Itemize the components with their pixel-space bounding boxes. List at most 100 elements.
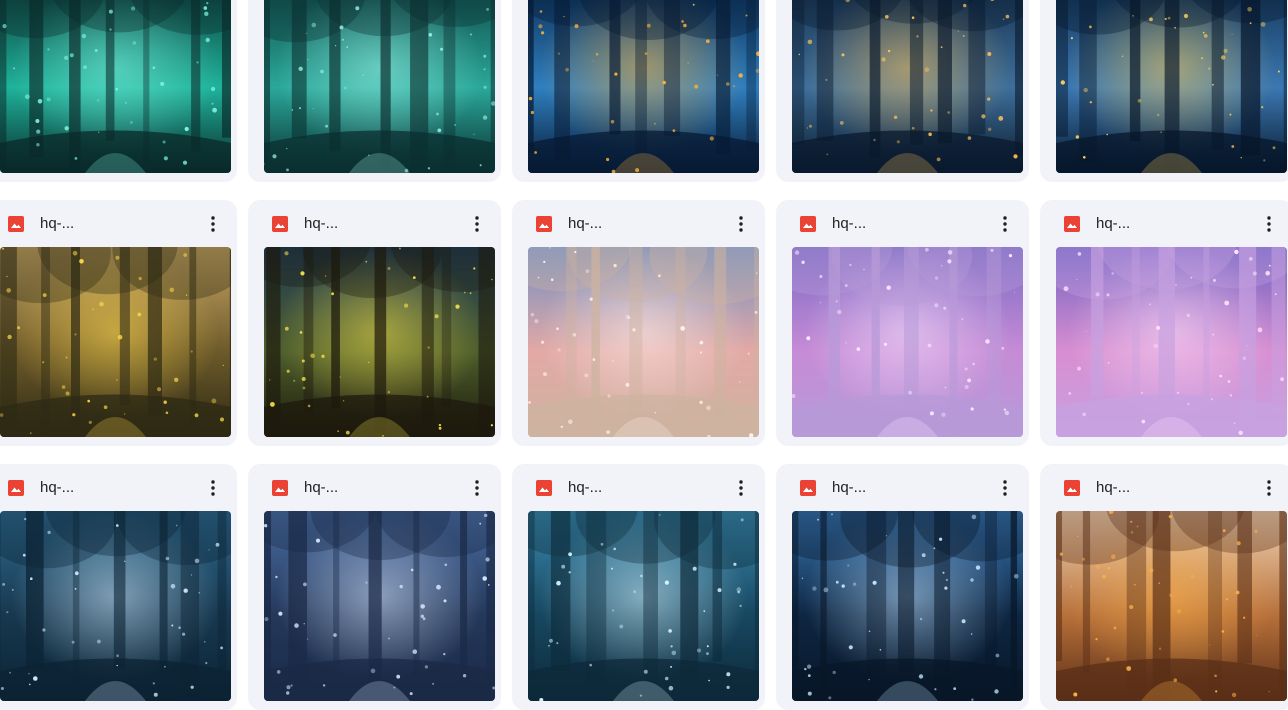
sparkle — [601, 543, 604, 546]
sparkle — [568, 419, 573, 424]
more-options-button[interactable] — [465, 212, 489, 236]
more-options-button[interactable] — [729, 212, 753, 236]
image-thumbnail[interactable] — [0, 247, 231, 437]
sparkle — [700, 341, 704, 345]
sparkle — [117, 665, 118, 666]
sparkle — [436, 585, 441, 590]
image-thumbnail[interactable] — [264, 511, 495, 701]
sparkle — [65, 126, 69, 130]
file-card[interactable] — [776, 0, 1029, 182]
sparkle — [819, 275, 822, 278]
sparkle — [586, 269, 590, 273]
file-card[interactable] — [1040, 0, 1288, 182]
file-card[interactable]: hq-... — [512, 200, 765, 446]
file-card[interactable]: hq-... — [248, 200, 501, 446]
image-thumbnail[interactable] — [528, 0, 759, 173]
sparkle — [1014, 292, 1015, 293]
sparkle — [985, 339, 990, 344]
sparkle — [1156, 326, 1160, 330]
file-card[interactable]: hq-... — [1040, 200, 1288, 446]
file-card[interactable]: hq-... — [1040, 464, 1288, 710]
sparkle — [109, 28, 111, 30]
sparkle — [331, 292, 334, 295]
mossy-tree-arch-fireflies-image — [264, 247, 495, 437]
file-card[interactable]: hq-... — [776, 200, 1029, 446]
sparkle — [1201, 57, 1203, 59]
more-options-button[interactable] — [465, 476, 489, 500]
file-card[interactable] — [0, 0, 237, 182]
sparkle — [808, 692, 812, 696]
image-thumbnail[interactable] — [528, 511, 759, 701]
image-thumbnail[interactable] — [1056, 0, 1287, 173]
sparkle — [316, 539, 320, 543]
more-options-button[interactable] — [1257, 476, 1281, 500]
file-grid: hq-...hq-...hq-...hq-...hq-...hq-...hq-.… — [0, 0, 1288, 699]
sparkle — [1229, 114, 1231, 116]
sparkle — [154, 358, 157, 361]
sparkle — [613, 548, 616, 551]
sparkle — [6, 611, 8, 613]
image-thumbnail[interactable] — [1056, 511, 1287, 701]
sparkle — [1149, 303, 1151, 305]
sparkle — [987, 52, 991, 56]
tree-trunk — [1212, 0, 1224, 150]
sparkle — [699, 401, 702, 404]
sparkle — [87, 400, 90, 403]
image-file-icon — [1064, 216, 1080, 232]
sparkle — [435, 314, 439, 318]
sparkle — [24, 518, 26, 520]
sparkle — [613, 264, 616, 267]
file-card[interactable] — [248, 0, 501, 182]
sparkle — [669, 686, 674, 691]
more-options-button[interactable] — [993, 212, 1017, 236]
sparkle — [606, 430, 610, 434]
image-thumbnail[interactable] — [792, 247, 1023, 437]
sparkle — [1247, 7, 1252, 12]
file-card[interactable]: hq-... — [512, 464, 765, 710]
image-thumbnail[interactable] — [1056, 247, 1287, 437]
sparkle — [1187, 314, 1190, 317]
sparkle — [584, 373, 588, 377]
sparkle — [308, 405, 311, 408]
image-thumbnail[interactable] — [0, 0, 231, 173]
image-thumbnail[interactable] — [0, 511, 231, 701]
sparkle — [1269, 265, 1271, 267]
image-thumbnail[interactable] — [792, 511, 1023, 701]
sparkle — [29, 684, 31, 686]
file-card[interactable]: hq-... — [776, 464, 1029, 710]
file-card[interactable]: hq-... — [0, 200, 237, 446]
sparkle — [573, 333, 577, 337]
image-thumbnail[interactable] — [264, 247, 495, 437]
more-options-button[interactable] — [729, 476, 753, 500]
tree-trunk — [528, 0, 534, 153]
more-options-button[interactable] — [1257, 212, 1281, 236]
sparkle — [400, 585, 403, 588]
sparkle — [670, 666, 672, 668]
sparkle — [1122, 56, 1124, 58]
file-card[interactable]: hq-... — [0, 464, 237, 710]
more-options-button[interactable] — [201, 212, 225, 236]
sparkle — [863, 269, 864, 270]
more-options-button[interactable] — [201, 476, 225, 500]
sparkle — [1256, 635, 1257, 636]
sparkle — [1275, 293, 1277, 295]
file-card[interactable]: hq-... — [248, 464, 501, 710]
image-thumbnail[interactable] — [792, 0, 1023, 173]
image-thumbnail[interactable] — [264, 0, 495, 173]
sparkle — [1077, 536, 1078, 537]
sparkle — [1060, 553, 1063, 556]
image-thumbnail[interactable] — [528, 247, 759, 437]
more-options-button[interactable] — [993, 476, 1017, 500]
sparkle — [596, 53, 599, 56]
sparkle — [944, 587, 947, 590]
sparkle — [89, 421, 92, 424]
sparkle — [36, 143, 39, 146]
sparkle — [836, 581, 839, 584]
file-card[interactable] — [512, 0, 765, 182]
tree-trunk — [1284, 0, 1287, 163]
sparkle — [396, 675, 400, 679]
sparkle — [299, 67, 303, 71]
sparkle — [17, 326, 20, 329]
sparkle — [756, 272, 758, 274]
sparkle — [264, 524, 267, 527]
